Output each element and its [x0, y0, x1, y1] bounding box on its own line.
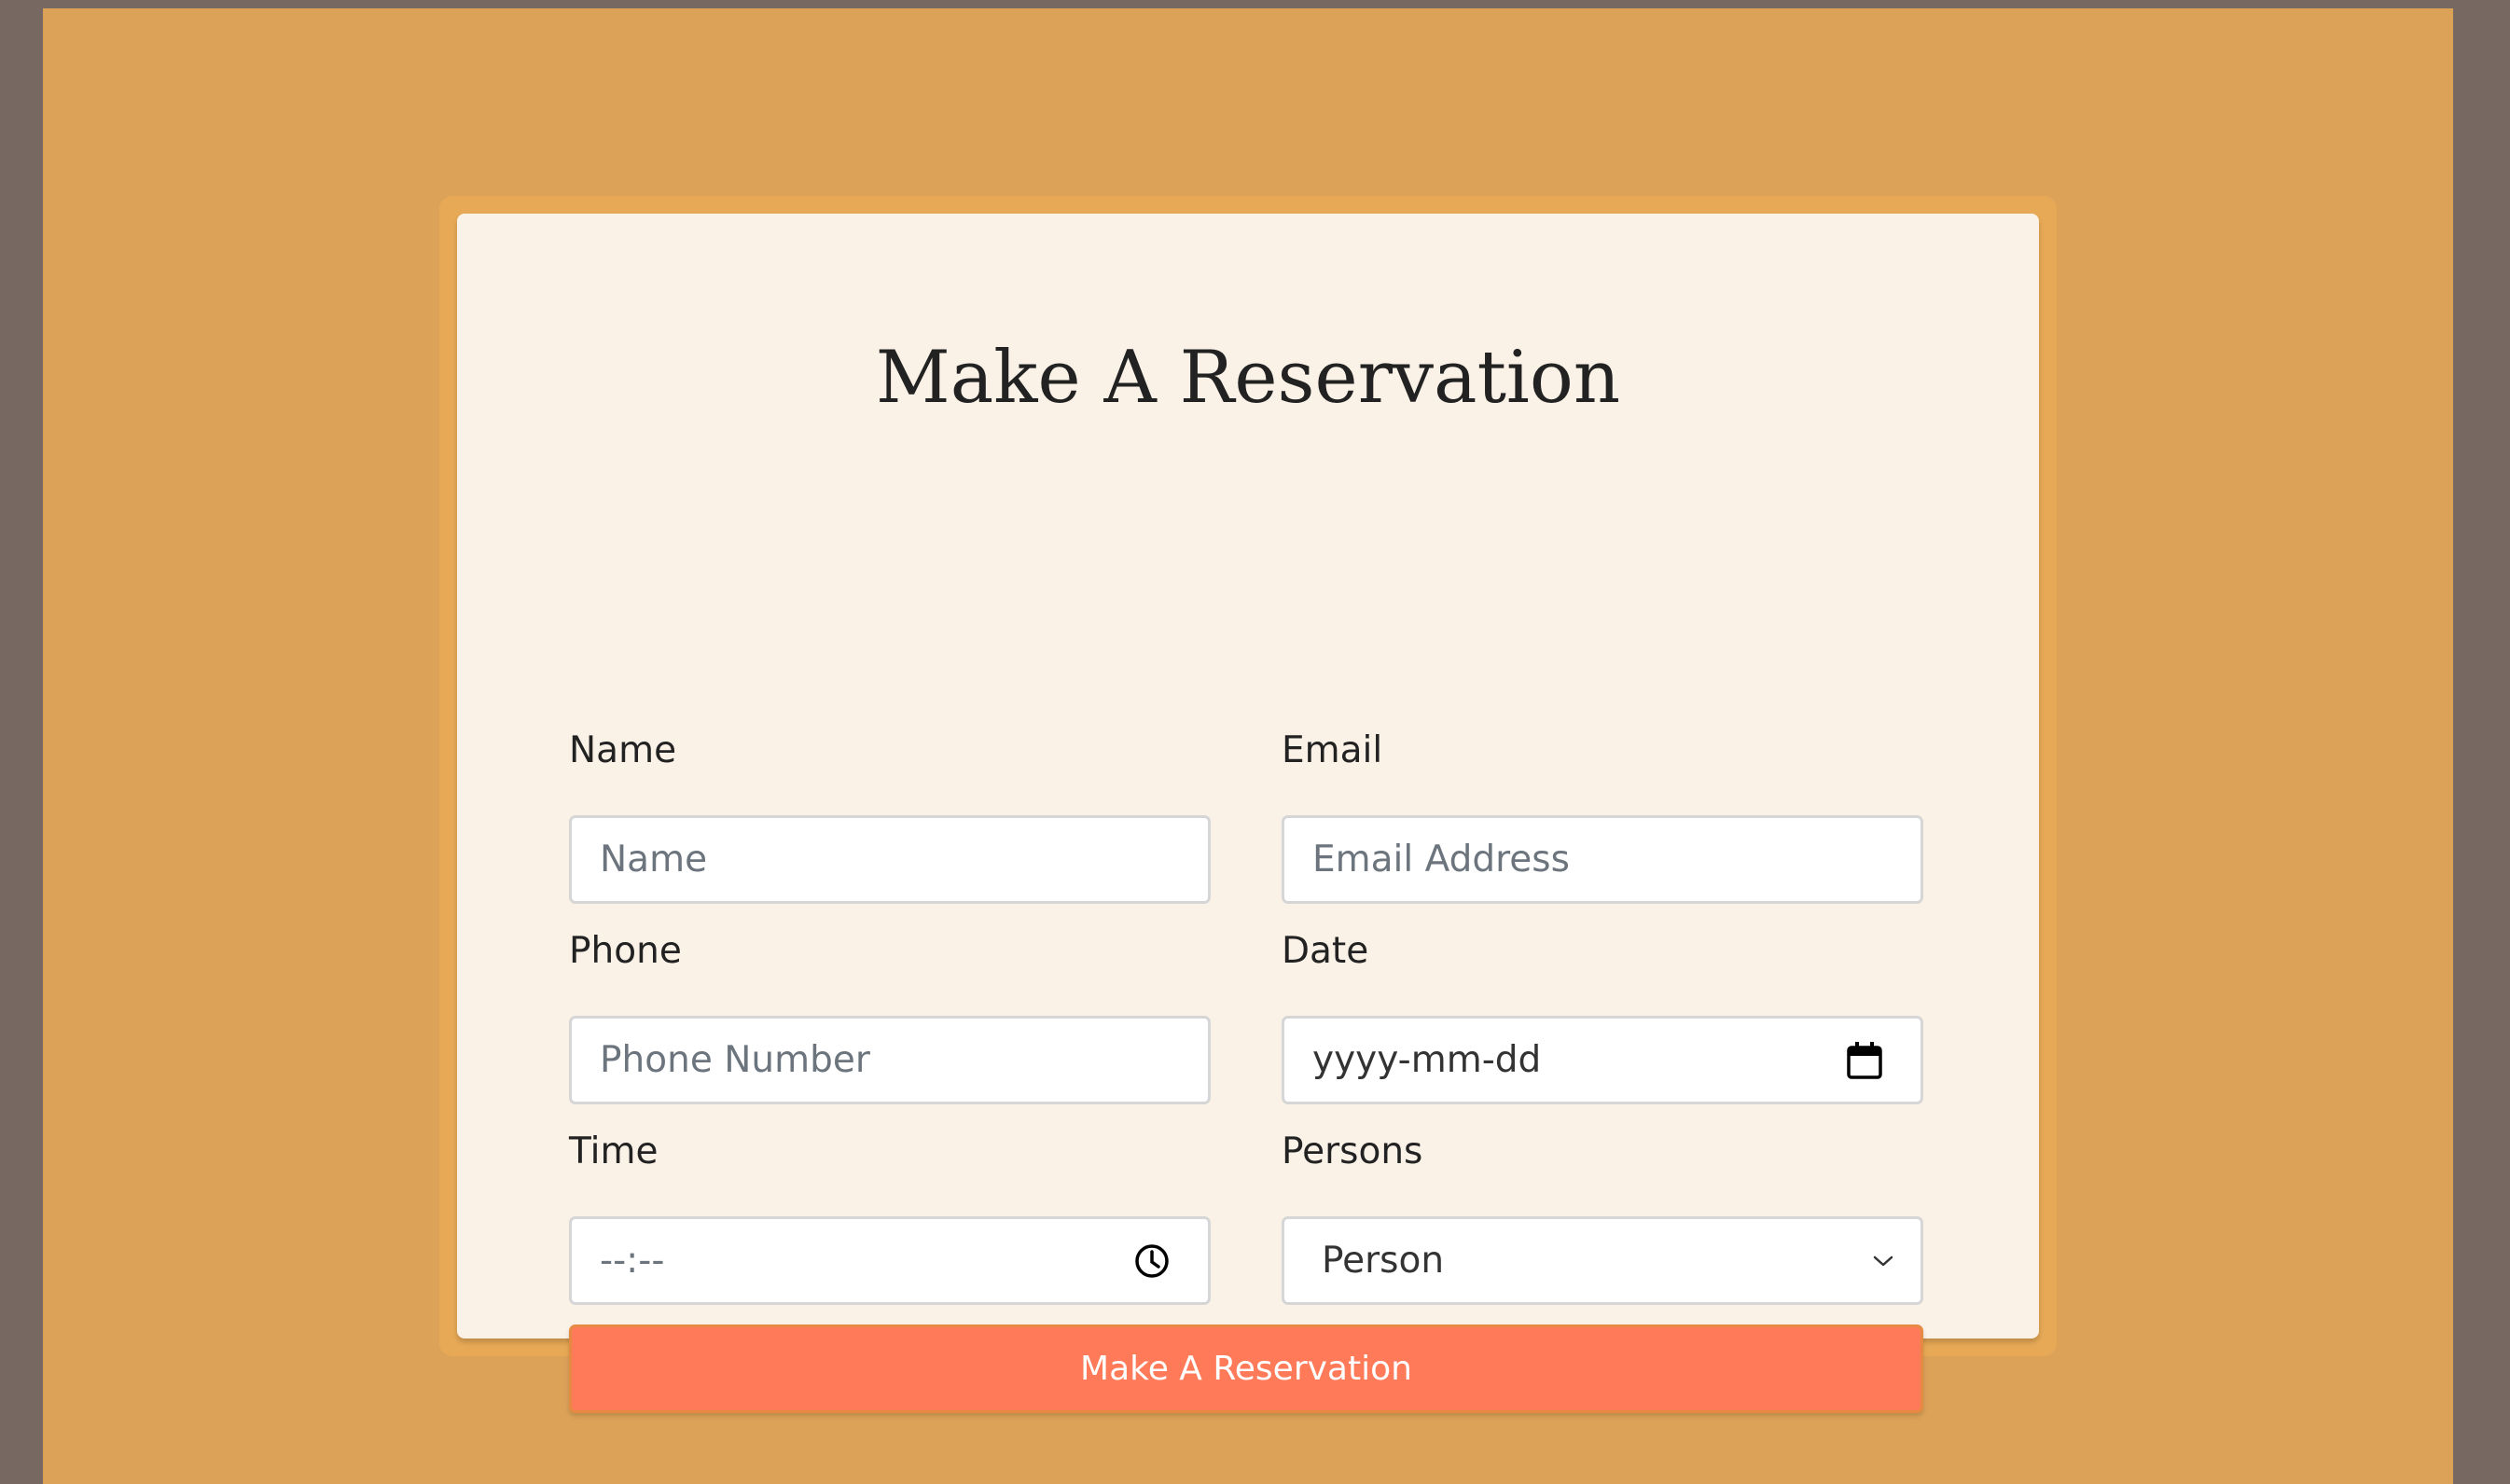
persons-selected-value: Person — [1322, 1240, 1445, 1282]
time-input[interactable]: --:-- — [569, 1216, 1211, 1305]
email-input[interactable] — [1312, 839, 1893, 881]
time-value: --:-- — [600, 1240, 665, 1282]
page-background: Make A Reservation Name Email Phone Date… — [43, 8, 2453, 1484]
page-title: Make A Reservation — [875, 336, 1621, 420]
persons-select[interactable]: Person — [1282, 1216, 1923, 1305]
date-label: Date — [1282, 930, 1369, 972]
name-input[interactable] — [600, 839, 1180, 881]
date-input[interactable]: yyyy-mm-dd — [1282, 1016, 1923, 1104]
reservation-card: Make A Reservation Name Email Phone Date… — [457, 214, 2039, 1413]
make-reservation-button[interactable]: Make A Reservation — [569, 1325, 1923, 1413]
reservation-card-frame: Make A Reservation Name Email Phone Date… — [439, 196, 2057, 1413]
email-field-wrapper — [1282, 815, 1923, 904]
name-field-wrapper — [569, 815, 1211, 904]
clock-icon[interactable] — [1131, 1241, 1172, 1282]
chevron-down-icon — [1863, 1241, 1904, 1282]
email-label: Email — [1282, 729, 1383, 771]
date-value: yyyy-mm-dd — [1312, 1039, 1542, 1081]
phone-label: Phone — [569, 930, 682, 972]
persons-label: Persons — [1282, 1130, 1423, 1172]
name-label: Name — [569, 729, 677, 771]
phone-input[interactable] — [600, 1039, 1180, 1081]
calendar-icon[interactable] — [1844, 1040, 1885, 1081]
time-label: Time — [569, 1130, 659, 1172]
phone-field-wrapper — [569, 1016, 1211, 1104]
